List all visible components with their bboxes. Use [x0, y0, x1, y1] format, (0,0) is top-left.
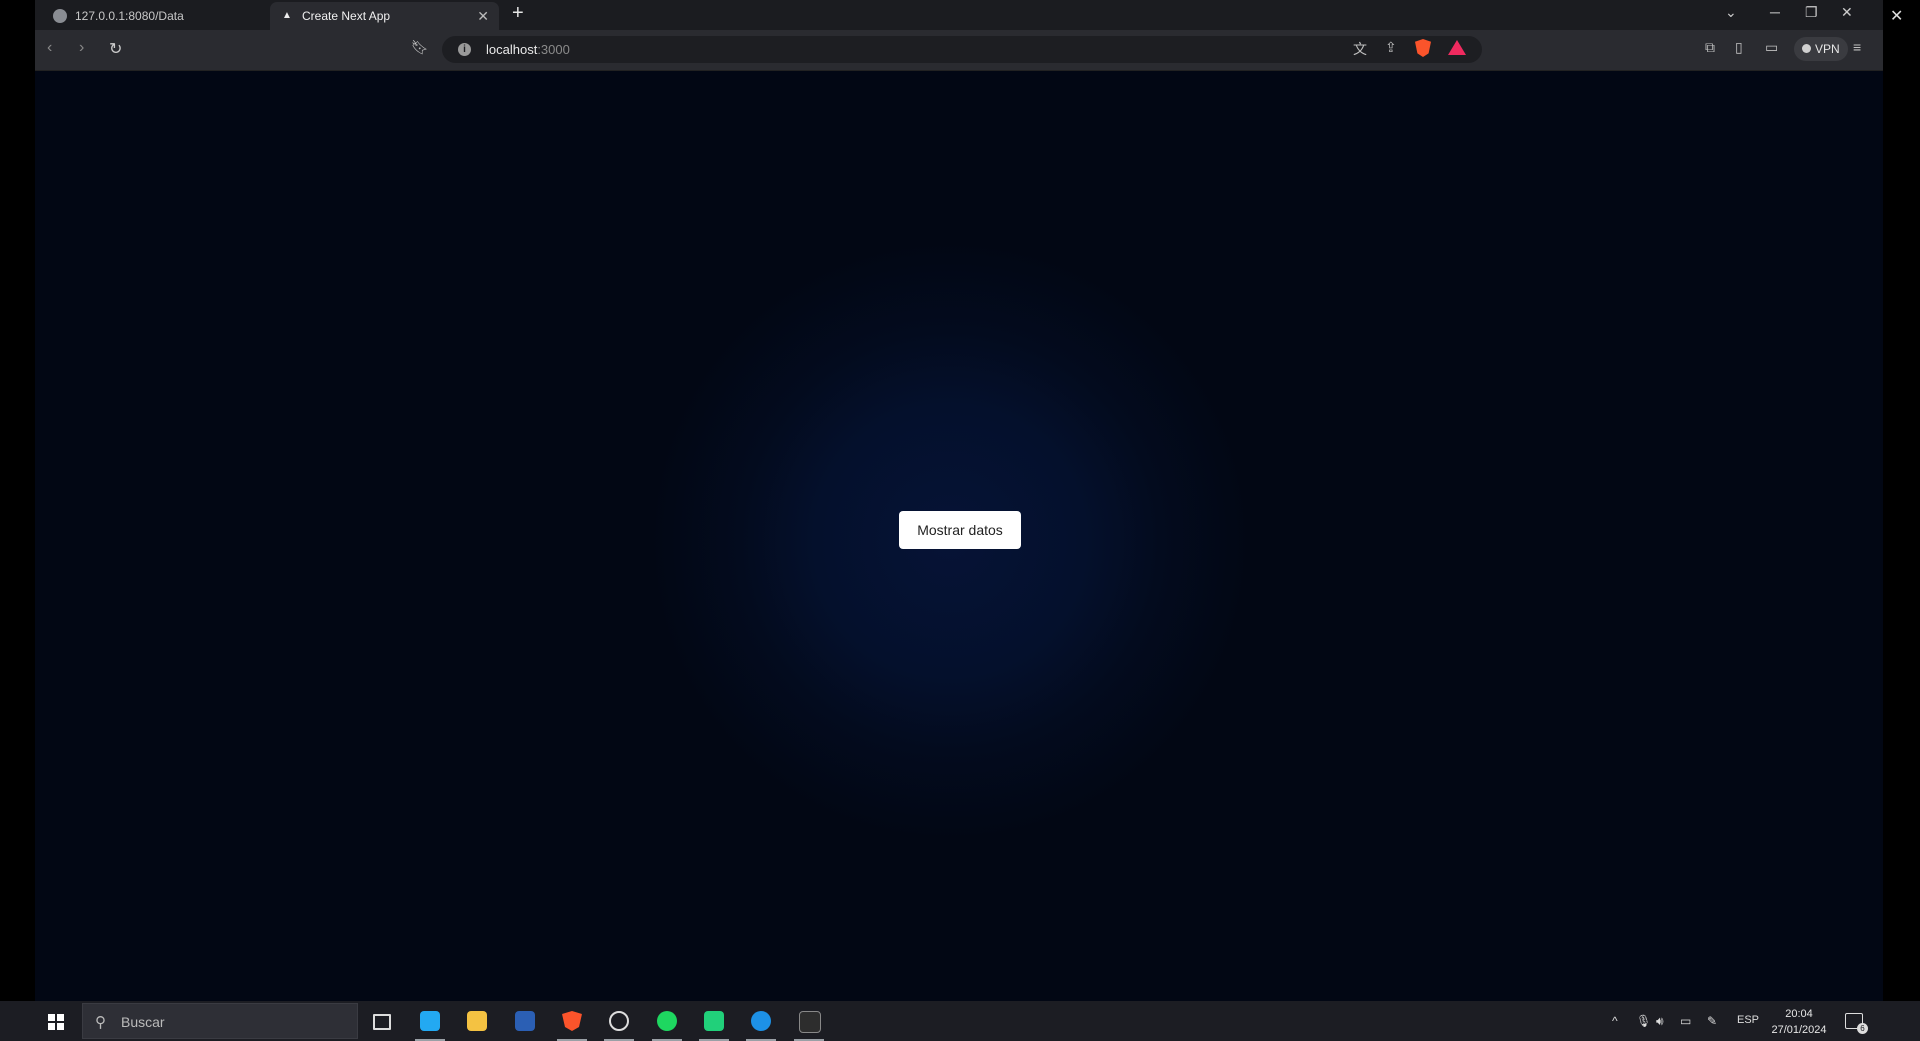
site-info-icon[interactable]: i — [458, 43, 471, 56]
taskbar: ⚲ Buscar ^ 🎙︎ 🔊︎ ▭ ✎ ESP 20:04 27/01/202… — [0, 1001, 1920, 1041]
bookmark-icon[interactable]: 🔖︎ — [411, 39, 429, 56]
pen-icon[interactable]: ✎ — [1707, 1014, 1717, 1028]
clock[interactable]: 20:04 27/01/2024 — [1768, 1006, 1830, 1038]
address-bar[interactable]: i localhost:3000 — [442, 36, 1482, 63]
word-icon[interactable] — [506, 1007, 544, 1041]
share-icon[interactable]: ⇪ — [1385, 39, 1397, 56]
language-indicator[interactable]: ESP — [1737, 1014, 1759, 1026]
back-icon[interactable]: ‹ — [47, 39, 52, 57]
url-port: :3000 — [537, 42, 570, 57]
vpn-button[interactable]: VPN — [1794, 37, 1848, 61]
docker-icon[interactable] — [742, 1007, 780, 1041]
browser-window: 127.0.0.1:8080/Data ▲ Create Next App ✕ … — [35, 0, 1883, 1041]
new-tab-button[interactable]: + — [512, 2, 524, 25]
vscode-icon[interactable] — [411, 1007, 449, 1041]
vpn-label: VPN — [1815, 42, 1840, 56]
windows-start-icon[interactable] — [48, 1014, 64, 1030]
close-tab-icon[interactable]: ✕ — [477, 8, 489, 25]
search-icon: ⚲ — [95, 1014, 106, 1031]
clock-time: 20:04 — [1785, 1008, 1813, 1020]
outer-close-icon[interactable]: ✕ — [1890, 6, 1903, 26]
wallet-icon[interactable]: ▭ — [1765, 39, 1778, 56]
globe-icon — [53, 9, 67, 23]
restore-icon[interactable]: ❐ — [1805, 4, 1818, 21]
notifications-icon[interactable]: 6 — [1845, 1013, 1868, 1034]
app-circle-icon[interactable] — [600, 1007, 638, 1041]
menu-icon[interactable]: ≡ — [1853, 39, 1861, 55]
browser-toolbar: ‹ › ↻ 🔖︎ i localhost:3000 文 ⇪ ⧉ ▯ ▭ VPN … — [35, 30, 1883, 71]
url-host: localhost — [486, 42, 538, 57]
nextjs-icon: ▲ — [282, 10, 292, 21]
volume-icon[interactable]: 🔊︎ — [1656, 1014, 1664, 1029]
vpn-icon — [1802, 44, 1811, 53]
task-view-icon[interactable] — [362, 1007, 400, 1041]
brave-icon[interactable] — [553, 1007, 591, 1041]
tab-title: Create Next App — [302, 9, 391, 23]
tab-data[interactable]: 127.0.0.1:8080/Data — [43, 2, 298, 30]
network-icon[interactable]: ▭ — [1680, 1014, 1691, 1028]
brave-rewards-icon[interactable] — [1448, 40, 1466, 55]
taskbar-search[interactable]: ⚲ Buscar — [82, 1003, 358, 1039]
tab-search-icon[interactable]: ⌄ — [1725, 4, 1737, 21]
spotify-icon[interactable] — [648, 1007, 686, 1041]
notification-count: 6 — [1857, 1023, 1868, 1034]
page-content: Mostrar datos — [35, 71, 1883, 1001]
terminal-icon[interactable] — [790, 1007, 828, 1041]
sidebar-icon[interactable]: ▯ — [1735, 39, 1743, 56]
translate-icon[interactable]: 文 — [1353, 39, 1367, 59]
url-text: localhost:3000 — [486, 42, 570, 57]
forward-icon[interactable]: › — [79, 39, 84, 57]
tab-title: 127.0.0.1:8080/Data — [75, 9, 184, 23]
green-app-icon[interactable] — [695, 1007, 733, 1041]
microphone-icon[interactable]: 🎙︎ — [1636, 1014, 1651, 1028]
close-window-icon[interactable]: ✕ — [1841, 4, 1853, 21]
extensions-icon[interactable]: ⧉ — [1705, 39, 1715, 56]
search-placeholder: Buscar — [121, 1014, 165, 1030]
clock-date: 27/01/2024 — [1771, 1024, 1827, 1036]
tab-create-next-app[interactable]: ▲ Create Next App ✕ — [270, 2, 499, 30]
file-explorer-icon[interactable] — [458, 1007, 496, 1041]
reload-icon[interactable]: ↻ — [109, 39, 122, 59]
tray-expand-icon[interactable]: ^ — [1612, 1014, 1618, 1028]
show-data-button[interactable]: Mostrar datos — [899, 511, 1021, 549]
minimize-icon[interactable]: ─ — [1770, 4, 1780, 20]
tab-strip: 127.0.0.1:8080/Data ▲ Create Next App ✕ … — [35, 0, 1883, 30]
